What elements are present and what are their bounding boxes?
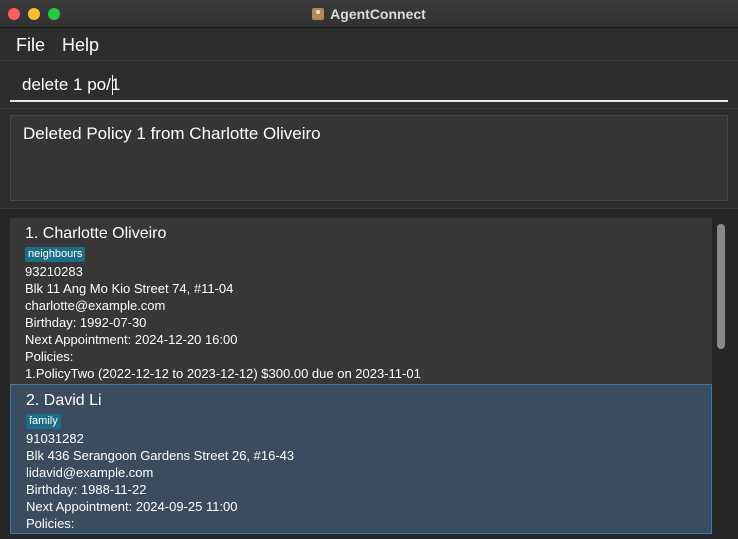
command-input[interactable] — [10, 69, 728, 102]
result-display: Deleted Policy 1 from Charlotte Oliveiro — [10, 115, 728, 201]
person-email: lidavid@example.com — [26, 465, 154, 480]
person-list[interactable]: 1. Charlotte Oliveiro neighbours 9321028… — [10, 218, 728, 539]
result-pane: Deleted Policy 1 from Charlotte Oliveiro — [0, 109, 738, 209]
menu-file[interactable]: File — [16, 35, 45, 56]
command-box — [0, 61, 738, 109]
person-appointment: Next Appointment: 2024-12-20 16:00 — [25, 332, 238, 347]
policies-label: Policies: — [26, 516, 75, 531]
list-scrollbar[interactable] — [717, 224, 725, 349]
policy-item: 1.PolicyTwo (2022-12-12 to 2023-12-12) $… — [25, 366, 421, 381]
window-title: AgentConnect — [330, 6, 426, 22]
text-caret — [112, 75, 113, 95]
title-bar: AgentConnect — [0, 0, 738, 28]
menu-help[interactable]: Help — [62, 35, 99, 56]
person-card-selected[interactable]: 2. David Li family 91031282 Blk 436 Sera… — [10, 384, 712, 534]
menu-bar: File Help — [0, 29, 738, 61]
tag-badge: neighbours — [25, 247, 86, 262]
person-phone: 91031282 — [26, 431, 84, 446]
policies-label: Policies: — [25, 349, 74, 364]
person-list-pane: 1. Charlotte Oliveiro neighbours 9321028… — [0, 210, 738, 539]
tag-badge: family — [26, 414, 61, 429]
person-address: Blk 11 Ang Mo Kio Street 74, #11-04 — [25, 281, 234, 296]
person-card[interactable]: 1. Charlotte Oliveiro neighbours 9321028… — [10, 218, 712, 384]
person-birthday: Birthday: 1992-07-30 — [25, 315, 147, 330]
window-title-group: AgentConnect — [0, 0, 738, 28]
app-icon — [312, 8, 325, 20]
result-text: Deleted Policy 1 from Charlotte Oliveiro — [23, 124, 321, 143]
person-appointment: Next Appointment: 2024-09-25 11:00 — [26, 499, 238, 514]
person-email: charlotte@example.com — [25, 298, 166, 313]
person-birthday: Birthday: 1988-11-22 — [26, 482, 147, 497]
person-name: 2. David Li — [26, 392, 102, 409]
person-phone: 93210283 — [25, 264, 83, 279]
person-address: Blk 436 Serangoon Gardens Street 26, #16… — [26, 448, 295, 463]
person-name: 1. Charlotte Oliveiro — [25, 225, 167, 242]
